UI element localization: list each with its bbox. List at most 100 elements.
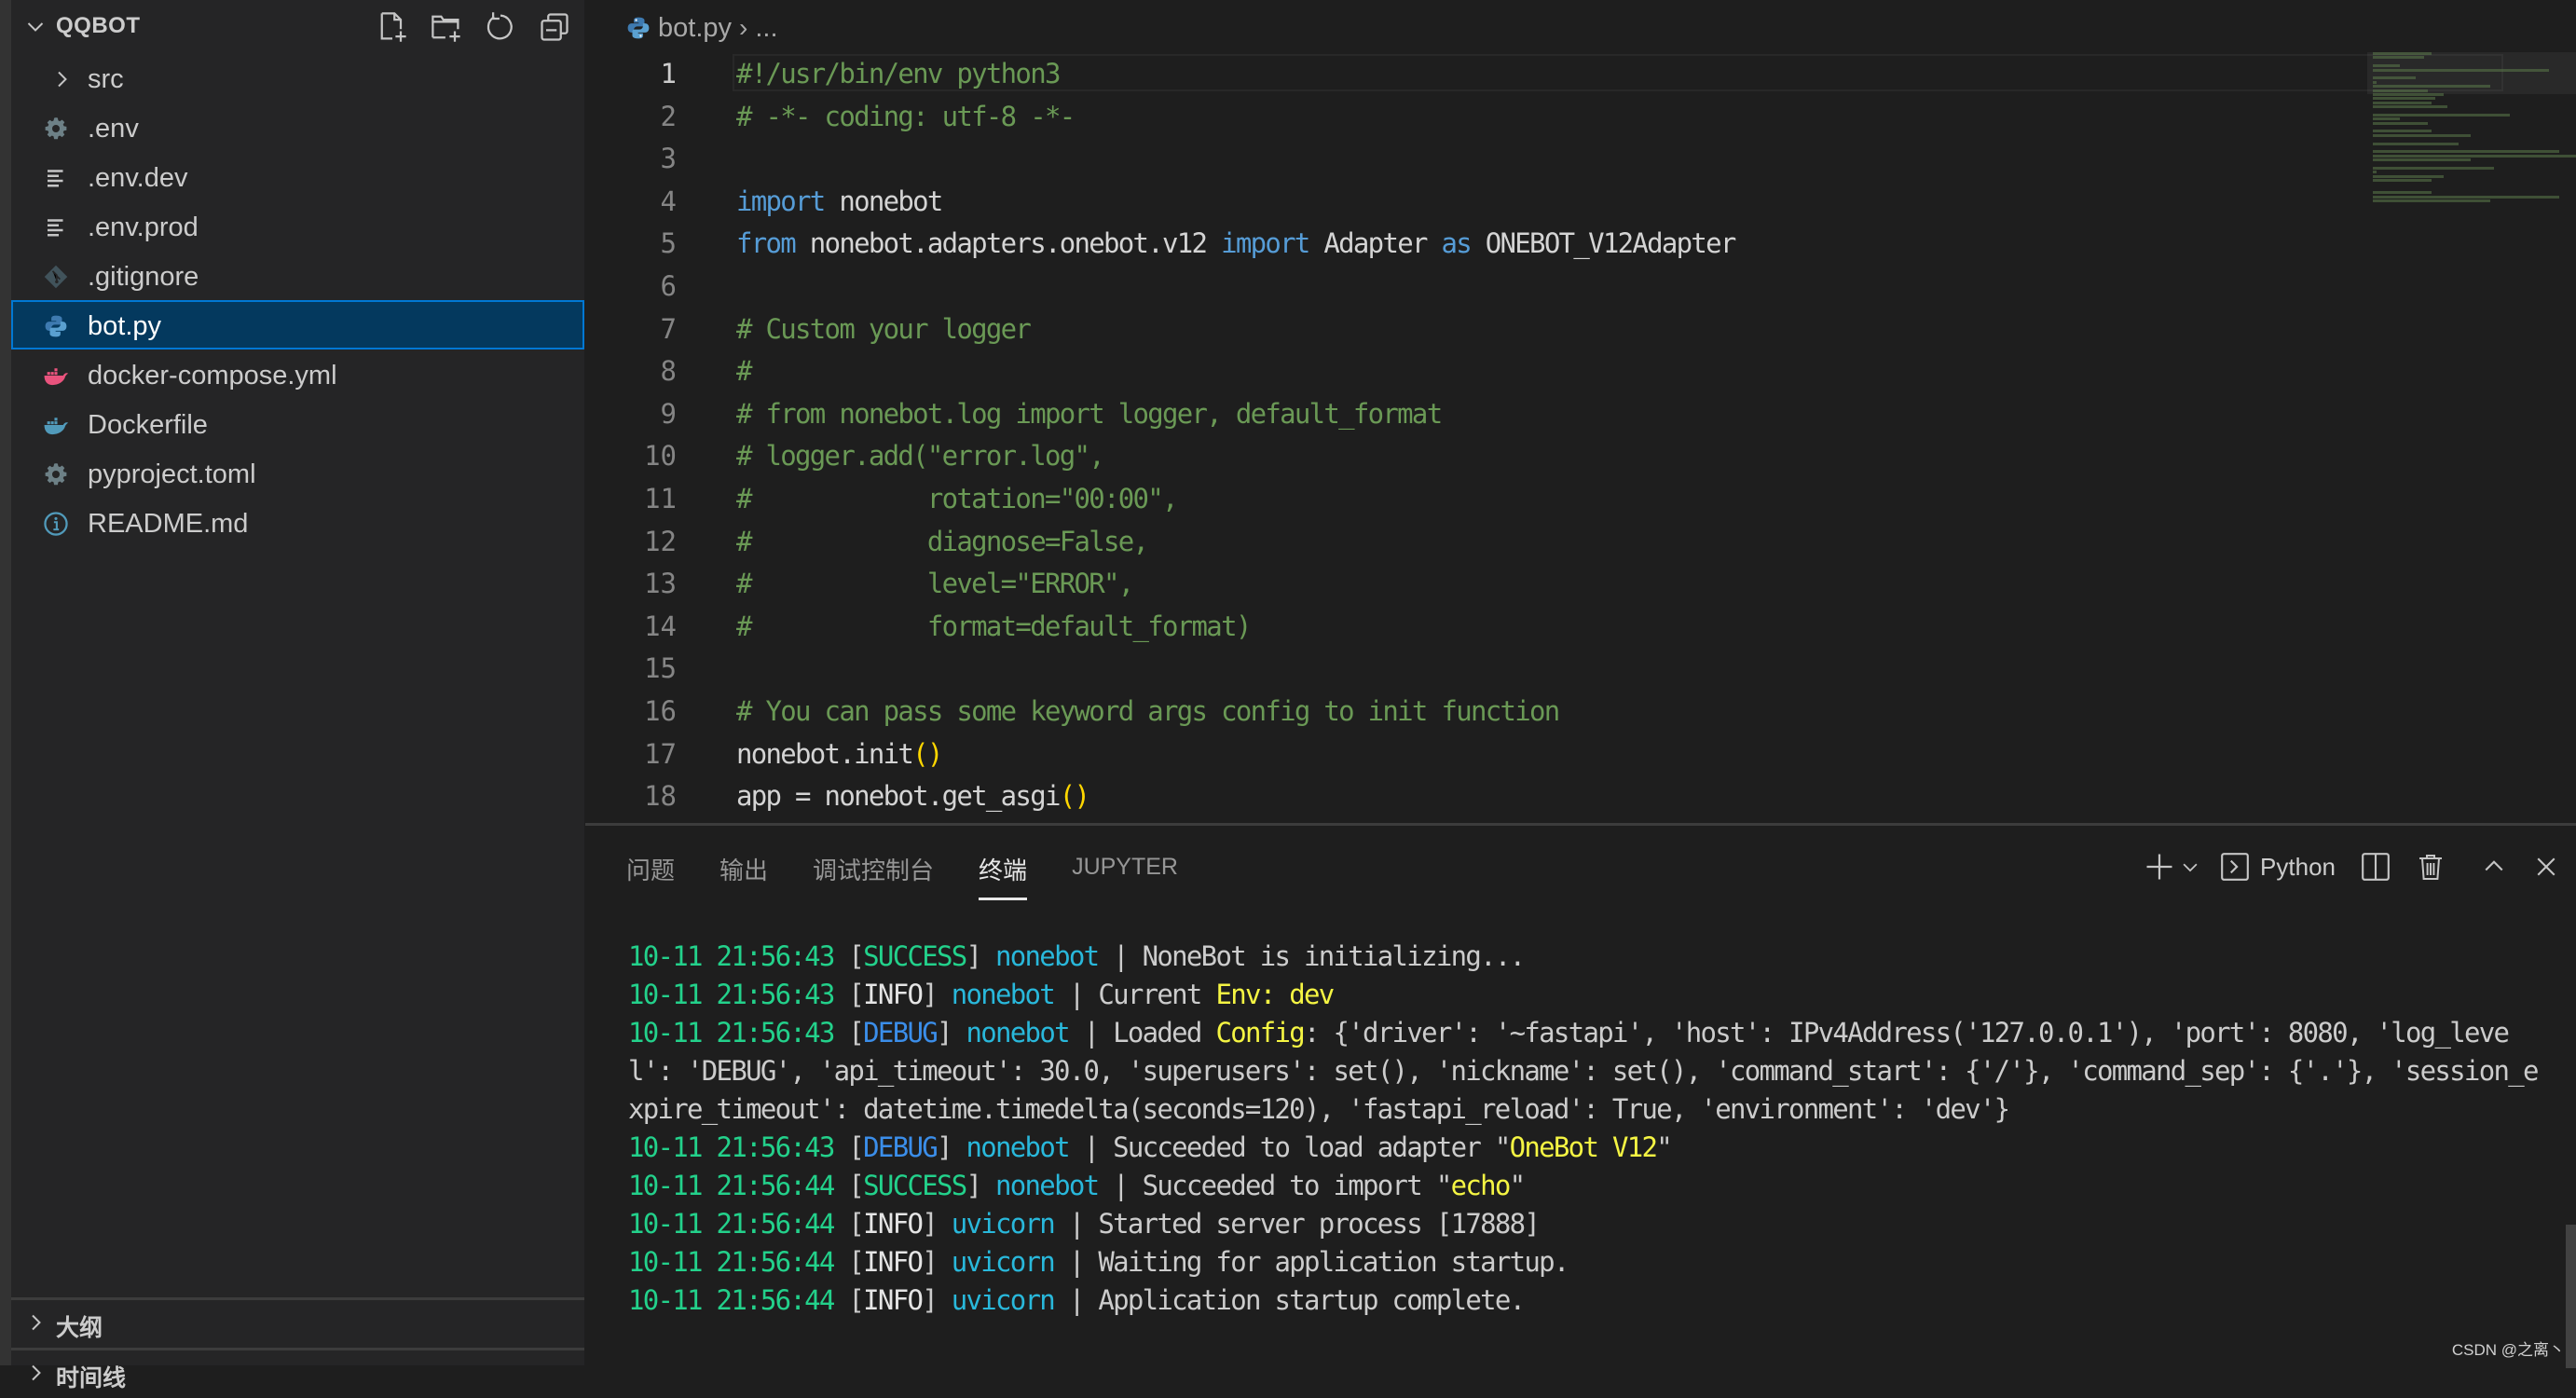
minimap-line bbox=[2373, 158, 2471, 162]
close-icon bbox=[2537, 857, 2555, 876]
code-token-kw: from bbox=[736, 227, 797, 260]
terminal-shell-selector[interactable]: Python bbox=[2219, 848, 2360, 885]
file-item-readme-md[interactable]: README.md bbox=[11, 498, 584, 547]
log-time: 10-11 21:56:44 bbox=[628, 1208, 835, 1240]
new-file-button[interactable] bbox=[375, 9, 410, 45]
log-bracket: [ bbox=[833, 1131, 864, 1163]
log-source: nonebot bbox=[951, 979, 1056, 1010]
code-line[interactable]: 1 #!/usr/bin/env python3 bbox=[585, 52, 2576, 95]
code-line[interactable]: 17 nonebot.init() bbox=[585, 733, 2576, 775]
code-line[interactable]: 18 app = nonebot.get_asgi() bbox=[585, 774, 2576, 817]
line-number: 10 bbox=[644, 440, 677, 473]
file-item-env-dev[interactable]: .env.dev bbox=[11, 152, 584, 201]
timeline-section[interactable]: 时间线 bbox=[11, 1348, 584, 1398]
code-line[interactable]: 15 bbox=[585, 647, 2576, 690]
code-line[interactable]: 3 bbox=[585, 137, 2576, 180]
file-item-label: docker-compose.yml bbox=[88, 361, 337, 391]
minimap[interactable] bbox=[2373, 52, 2576, 211]
code-token-paren: () bbox=[912, 737, 943, 770]
code-token-comment: # bbox=[736, 355, 752, 388]
minimap-line bbox=[2373, 64, 2401, 68]
code-line[interactable]: 2 # -*- coding: utf-8 -*- bbox=[585, 95, 2576, 138]
terminal-shell-label: Python bbox=[2260, 852, 2336, 881]
code-line[interactable]: 13 # level="ERROR", bbox=[585, 562, 2576, 605]
outline-section[interactable]: 大纲 bbox=[11, 1297, 584, 1348]
log-bracket: ] bbox=[922, 979, 952, 1010]
code-token-comment: # rotation="00:00", bbox=[736, 482, 1178, 514]
chevron-down-icon[interactable] bbox=[24, 15, 47, 37]
code-token-plain: nonebot.init bbox=[736, 737, 914, 770]
new-file-icon bbox=[380, 12, 406, 42]
code-line[interactable]: 10 # logger.add("error.log", bbox=[585, 434, 2576, 477]
code-text: # rotation="00:00", bbox=[736, 482, 1178, 514]
log-bracket: [ bbox=[833, 979, 864, 1010]
code-lines[interactable]: 1 #!/usr/bin/env python3 2 # -*- coding: ut… bbox=[585, 52, 2576, 817]
log-bracket: [ bbox=[833, 940, 864, 972]
file-item-label: .gitignore bbox=[88, 262, 199, 292]
log-message: Succeeded to import " bbox=[1142, 1170, 1453, 1201]
file-tree: src .env .env.dev .env.prod .gitignore bot.py… bbox=[11, 53, 584, 547]
minimap-line bbox=[2373, 171, 2377, 174]
python-icon bbox=[627, 17, 650, 39]
timeline-section-label: 时间线 bbox=[56, 1364, 127, 1391]
split-terminal-button[interactable] bbox=[2360, 848, 2391, 885]
log-time: 10-11 21:56:43 bbox=[628, 940, 835, 972]
close-panel-button[interactable] bbox=[2533, 848, 2559, 885]
folder-item-src[interactable]: src bbox=[11, 53, 584, 103]
file-item-env[interactable]: .env bbox=[11, 103, 584, 152]
code-line[interactable]: 5 from nonebot.adapters.onebot.v12 import… bbox=[585, 222, 2576, 265]
code-line[interactable]: 4 import nonebot bbox=[585, 180, 2576, 223]
gear-icon bbox=[43, 116, 69, 142]
log-message: NoneBot is initializing... bbox=[1142, 940, 1526, 972]
breadcrumb-symbols[interactable]: ... bbox=[755, 13, 777, 44]
file-item-label: pyproject.toml bbox=[88, 459, 256, 489]
minimap-line bbox=[2373, 191, 2432, 195]
code-line[interactable]: 7 # Custom your logger bbox=[585, 308, 2576, 350]
code-line[interactable]: 16 # You can pass some keyword args confi… bbox=[585, 690, 2576, 733]
code-line[interactable]: 6 bbox=[585, 265, 2576, 308]
minimap-line bbox=[2373, 76, 2417, 80]
panel-tab[interactable]: 问题 bbox=[626, 852, 675, 889]
file-item-gitignore[interactable]: .gitignore bbox=[11, 251, 584, 300]
panel-tab[interactable]: JUPYTER bbox=[1072, 852, 1178, 891]
maximize-panel-button[interactable] bbox=[2481, 848, 2507, 885]
log-time: 10-11 21:56:44 bbox=[628, 1284, 835, 1316]
code-line[interactable]: 14 # format=default_format) bbox=[585, 605, 2576, 648]
code-line[interactable]: 11 # rotation="00:00", bbox=[585, 477, 2576, 520]
code-token-comment: # Custom your logger bbox=[736, 312, 1032, 345]
breadcrumb-file[interactable]: bot.py bbox=[658, 13, 732, 44]
code-token-comment: # format=default_format) bbox=[736, 610, 1252, 642]
terminal-scrollbar[interactable] bbox=[2566, 1225, 2576, 1368]
file-item-dockerfile[interactable]: Dockerfile bbox=[11, 399, 584, 448]
code-text: from nonebot.adapters.onebot.v12 import … bbox=[736, 227, 1736, 260]
code-token-comment: # diagnose=False, bbox=[736, 525, 1149, 557]
file-item-pyproject-toml[interactable]: pyproject.toml bbox=[11, 448, 584, 498]
kill-terminal-button[interactable] bbox=[2416, 848, 2446, 885]
refresh-button[interactable] bbox=[483, 9, 518, 45]
terminal-dropdown-button[interactable] bbox=[2180, 848, 2200, 885]
code-line[interactable]: 12 # diagnose=False, bbox=[585, 520, 2576, 563]
code-text: # Custom your logger bbox=[736, 312, 1032, 345]
code-editor[interactable]: bot.py › ... 1 #!/usr/bin/env python3 2 # -… bbox=[585, 0, 2576, 823]
terminal-line: 10-11 21:56:43 [DEBUG] nonebot | Loaded … bbox=[628, 1014, 2548, 1129]
file-item-docker-compose-yml[interactable]: docker-compose.yml bbox=[11, 350, 584, 399]
log-message: Config bbox=[1215, 1017, 1305, 1048]
explorer-header[interactable]: QQBOT bbox=[11, 0, 584, 54]
terminal-output[interactable]: 10-11 21:56:43 [SUCCESS] nonebot | NoneB… bbox=[628, 938, 2548, 1320]
new-folder-button[interactable] bbox=[429, 9, 464, 45]
log-bracket: [ bbox=[833, 1284, 864, 1316]
log-source: nonebot bbox=[966, 1017, 1071, 1048]
code-line[interactable]: 9 # from nonebot.log import logger, defau… bbox=[585, 392, 2576, 435]
file-item-label: .env.dev bbox=[88, 163, 188, 193]
new-terminal-button[interactable] bbox=[2143, 848, 2176, 885]
code-token-kw: as bbox=[1441, 227, 1472, 260]
trash-icon bbox=[2419, 855, 2442, 880]
collapse-all-button[interactable] bbox=[537, 9, 572, 45]
file-item-bot-py[interactable]: bot.py bbox=[11, 300, 584, 350]
panel-actions: Python bbox=[2143, 848, 2559, 885]
panel-tab[interactable]: 输出 bbox=[719, 852, 768, 889]
code-line[interactable]: 8 # bbox=[585, 350, 2576, 392]
panel-tab[interactable]: 调试控制台 bbox=[813, 852, 934, 889]
panel-tab[interactable]: 终端 bbox=[979, 852, 1028, 900]
file-item-env-prod[interactable]: .env.prod bbox=[11, 201, 584, 251]
